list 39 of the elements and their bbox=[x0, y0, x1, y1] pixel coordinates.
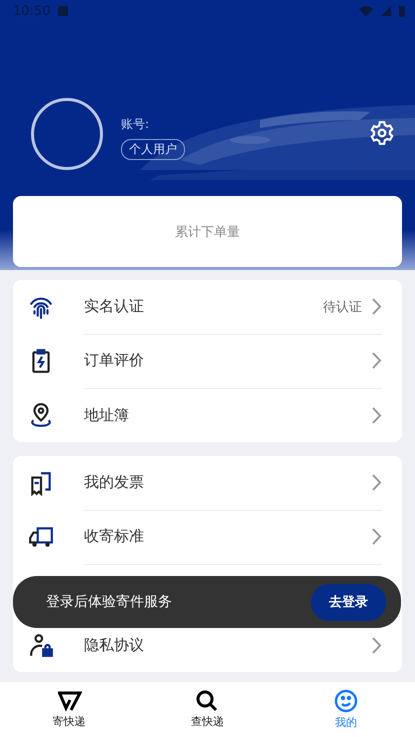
snackbar-message: 登录后体验寄件服务 bbox=[46, 593, 173, 611]
menu-item[interactable]: 隐私协议 bbox=[13, 618, 402, 672]
signal-icon bbox=[381, 6, 391, 16]
account-label: 账号: bbox=[121, 116, 150, 133]
menu-item[interactable]: 我的发票 bbox=[13, 456, 402, 510]
menu-item[interactable]: 订单评价 bbox=[13, 334, 402, 388]
chevron-icon bbox=[372, 406, 382, 424]
menu-item[interactable]: 收寄标准 bbox=[13, 510, 402, 564]
status-text: 待认证 bbox=[323, 298, 362, 316]
user-lock-icon bbox=[28, 632, 54, 658]
search-icon bbox=[195, 690, 220, 712]
menu-item-label: 隐私协议 bbox=[84, 636, 145, 654]
user-type-tag: 个人用户 bbox=[121, 139, 185, 160]
chevron-icon bbox=[372, 528, 382, 545]
nav-tab[interactable]: 查快递 bbox=[138, 682, 277, 737]
menu-item[interactable]: 地址簿 bbox=[13, 388, 402, 442]
settings-icon[interactable] bbox=[369, 120, 395, 146]
notification-icon bbox=[58, 6, 68, 16]
chevron-icon bbox=[372, 474, 382, 491]
smiley-icon bbox=[334, 689, 358, 713]
send-icon bbox=[56, 690, 82, 712]
chevron-icon bbox=[372, 298, 382, 315]
nav-tab[interactable]: 我的 bbox=[276, 682, 415, 737]
location-pin-icon bbox=[28, 402, 54, 428]
status-time: 10:50 bbox=[13, 4, 50, 18]
wifi-icon bbox=[359, 6, 373, 16]
menu-item-label: 地址簿 bbox=[84, 406, 130, 424]
battery-icon bbox=[399, 5, 405, 17]
login-button[interactable]: 去登录 bbox=[311, 584, 386, 620]
menu-item-label: 订单评价 bbox=[84, 351, 145, 370]
avatar[interactable] bbox=[31, 98, 103, 170]
order-count-label: 累计下单量 bbox=[175, 224, 240, 240]
menu-item-label: 收寄标准 bbox=[84, 527, 145, 546]
menu-item-label: 我的发票 bbox=[84, 473, 145, 492]
menu-item-label: 实名认证 bbox=[84, 297, 145, 316]
chevron-icon bbox=[372, 636, 382, 654]
menu-item[interactable]: 实名认证 待认证 bbox=[13, 280, 402, 334]
chevron-icon bbox=[372, 352, 382, 369]
nav-tab[interactable]: 寄快递 bbox=[0, 682, 138, 737]
